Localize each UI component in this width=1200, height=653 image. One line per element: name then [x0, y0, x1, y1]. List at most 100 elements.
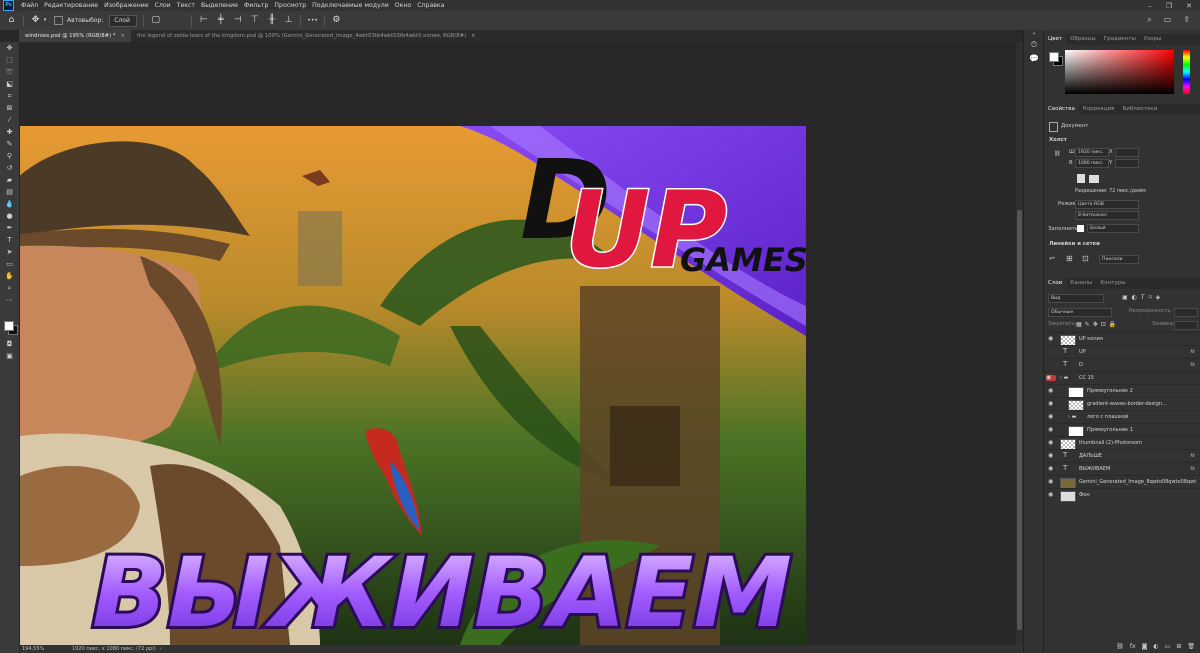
history-brush-tool-icon[interactable]: ↺ [0, 162, 19, 174]
collapse-icon[interactable]: « [1024, 30, 1044, 38]
grid-icon[interactable]: ⊞ [1066, 254, 1073, 263]
move-tool-icon[interactable]: ✥ [0, 42, 19, 54]
tab-properties[interactable]: Свойства [1044, 104, 1079, 115]
portrait-orientation-icon[interactable] [1077, 174, 1085, 183]
path-select-tool-icon[interactable]: ➤ [0, 246, 19, 258]
layer-effects-icon[interactable]: fx [1190, 453, 1195, 459]
fill-dropdown[interactable]: Белый [1087, 224, 1139, 233]
menu-view[interactable]: Просмотр [271, 2, 309, 9]
lasso-tool-icon[interactable]: ➰ [0, 66, 19, 78]
tab-color[interactable]: Цвет [1044, 34, 1067, 45]
tab-layers[interactable]: Слои [1044, 278, 1067, 289]
menu-file[interactable]: Файл [18, 2, 41, 9]
object-select-tool-icon[interactable]: ⬕ [0, 78, 19, 90]
close-icon[interactable]: × [471, 33, 475, 39]
hue-slider[interactable] [1183, 50, 1190, 94]
lock-icons[interactable]: ▦✎✥⊡🔒 [1076, 321, 1119, 328]
visibility-eye-icon[interactable]: ◉ [1048, 492, 1055, 498]
y-field[interactable] [1115, 159, 1139, 168]
photoshop-logo-icon[interactable]: Ps [3, 0, 14, 11]
workspace-icon[interactable]: ▭ [1164, 15, 1172, 25]
add-mask-icon[interactable]: ◙ [1142, 643, 1148, 653]
delete-layer-icon[interactable]: 🗑 [1187, 643, 1195, 653]
folder-icon[interactable]: › ▬ [1068, 414, 1076, 420]
menu-image[interactable]: Изображение [101, 2, 152, 9]
chevron-right-icon[interactable]: › [160, 646, 162, 652]
link-icon[interactable]: ⛓ [1054, 151, 1061, 157]
brush-tool-icon[interactable]: ✎ [0, 138, 19, 150]
tab-gradients[interactable]: Градиенты [1100, 34, 1140, 45]
align-left-icon[interactable]: ⊢ [198, 15, 209, 26]
marquee-tool-icon[interactable]: ⬚ [0, 54, 19, 66]
screen-mode-icon[interactable]: ▣ [0, 350, 19, 362]
layer-effects-icon[interactable]: fx [1190, 362, 1195, 368]
type-tool-icon[interactable]: T [0, 234, 19, 246]
layer-filter-icons[interactable]: ▣◐T⌑◈ [1122, 294, 1164, 301]
clone-stamp-tool-icon[interactable]: ⚲ [0, 150, 19, 162]
tab-windroee[interactable]: windroee.psd @ 195% (RGB/8#) * × [19, 30, 131, 42]
bit-depth-dropdown[interactable]: 8 бит/канал [1075, 211, 1139, 220]
layer-row[interactable]: ◉ Gemini_Generated_Image_8qwto08qwto08qwt [1044, 475, 1200, 489]
menu-text[interactable]: Текст [174, 2, 198, 9]
minimize-button[interactable]: – [1148, 2, 1152, 10]
layer-row[interactable]: ◉ Прямоугольник 1 [1044, 423, 1200, 437]
zoom-tool-icon[interactable]: ⌕ [0, 282, 19, 294]
layer-row[interactable]: ◉ Прямоугольник 2 [1044, 384, 1200, 398]
layer-row[interactable]: T Dfx [1044, 358, 1200, 372]
new-group-icon[interactable]: ▭ [1165, 643, 1171, 653]
layer-row[interactable]: ◉ Фон [1044, 488, 1200, 502]
quick-mask-icon[interactable]: ◘ [0, 338, 19, 350]
layer-row[interactable]: ◉ T ДАЛЬШЕ fx [1044, 449, 1200, 463]
restore-button[interactable]: ❐ [1166, 2, 1172, 10]
fill-color-swatch[interactable] [1077, 225, 1084, 232]
visibility-eye-icon[interactable]: ◉ [1048, 401, 1055, 407]
tab-channels[interactable]: Каналы [1066, 278, 1096, 289]
transform-controls-icon[interactable]: ▢ [150, 15, 161, 26]
move-tool-icon[interactable]: ✥ [30, 15, 41, 26]
visibility-eye-icon[interactable]: ◉ [1048, 440, 1055, 446]
eraser-tool-icon[interactable]: ▰ [0, 174, 19, 186]
visibility-eye-icon[interactable]: ◉ [1048, 466, 1055, 472]
visibility-eye-icon[interactable]: ◉ [1046, 375, 1056, 381]
align-middle-icon[interactable]: ╫ [266, 15, 277, 26]
home-icon[interactable]: ⌂ [6, 15, 17, 26]
landscape-orientation-icon[interactable] [1089, 175, 1099, 183]
width-field[interactable]: 1920 пикс. [1075, 148, 1109, 157]
frame-tool-icon[interactable]: ⊠ [0, 102, 19, 114]
document-info[interactable]: 1920 пикс. x 1080 пикс. (72 ppi) [72, 646, 156, 652]
more-tools-icon[interactable]: ⋯ [0, 294, 19, 306]
crop-tool-icon[interactable]: ⌗ [0, 90, 19, 102]
foreground-color-swatch[interactable] [1049, 52, 1059, 62]
tab-adjustments[interactable]: Коррекция [1079, 104, 1119, 115]
visibility-eye-icon[interactable]: ◉ [1048, 479, 1055, 485]
share-icon[interactable]: ⇪ [1183, 15, 1190, 25]
layer-filter-dropdown[interactable]: Вид [1048, 294, 1104, 303]
visibility-eye-icon[interactable] [1048, 349, 1055, 355]
align-bottom-icon[interactable]: ⊥ [283, 15, 294, 26]
height-field[interactable]: 1080 пикс. [1075, 159, 1109, 168]
zoom-level[interactable]: 194.55% [22, 646, 62, 652]
gear-icon[interactable]: ⚙ [331, 15, 342, 26]
history-icon[interactable]: ⏱ [1024, 38, 1044, 52]
visibility-eye-icon[interactable]: ◉ [1048, 414, 1055, 420]
tab-patterns[interactable]: Узоры [1140, 34, 1165, 45]
color-picker-field[interactable] [1065, 50, 1174, 94]
foreground-color-swatch[interactable] [4, 321, 14, 331]
autoselect-dropdown[interactable]: Слой [109, 14, 138, 27]
fill-opacity-field[interactable] [1174, 321, 1198, 330]
align-top-icon[interactable]: ⊤ [249, 15, 260, 26]
folder-icon[interactable]: › ▬ [1060, 375, 1068, 381]
layer-effects-icon[interactable]: fx [1190, 349, 1195, 355]
x-field[interactable] [1115, 148, 1139, 157]
scrollbar-thumb[interactable] [1017, 210, 1022, 630]
new-layer-icon[interactable]: ⊞ [1176, 643, 1181, 653]
canvas-area[interactable]: D UP GAMES ВЫЖИВАЕМ [20, 42, 1016, 645]
healing-brush-tool-icon[interactable]: ✚ [0, 126, 19, 138]
document-canvas[interactable]: D UP GAMES ВЫЖИВАЕМ [20, 126, 806, 645]
menu-window[interactable]: Окно [392, 2, 414, 9]
mode-dropdown[interactable]: Цвета RGB [1075, 200, 1139, 209]
layer-row[interactable]: ◉ gradient-waves-border-design… [1044, 397, 1200, 411]
visibility-eye-icon[interactable]: ◉ [1048, 388, 1055, 394]
layer-effects-icon[interactable]: fx [1190, 466, 1195, 472]
dodge-tool-icon[interactable]: ● [0, 210, 19, 222]
